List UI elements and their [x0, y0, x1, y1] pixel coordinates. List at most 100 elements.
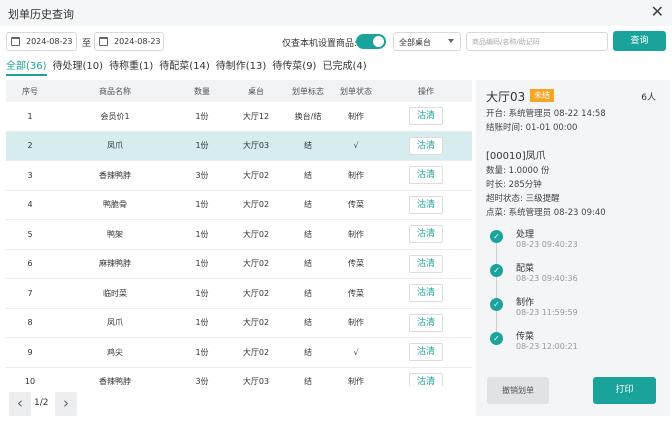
cell-no: 6: [27, 259, 33, 269]
table-row[interactable]: 6 麻辣鸭脖 1份 大厅02 结 传菜 沽清: [6, 250, 472, 279]
tab-weighing[interactable]: 待称重(1): [109, 57, 153, 73]
date-from-picker[interactable]: 2024-08-23: [6, 32, 77, 51]
tab-completed[interactable]: 已完成(4): [322, 57, 366, 73]
cell-action: 沽清: [380, 107, 472, 126]
table-row[interactable]: 3 香辣鸭脖 3份 大厅02 结 制作 沽清: [6, 161, 472, 191]
cell-status: 制作: [348, 229, 364, 239]
column-header: 序号: [22, 86, 38, 96]
dish-duration: 时长: 285分钟: [486, 180, 542, 190]
clear-button[interactable]: 沽清: [409, 195, 443, 214]
order-table: 序号 商品名称 数量 桌台 划单标志 划单状态 操作 1 会员价1 1份 大厅12 换台…: [6, 80, 472, 386]
clear-button[interactable]: 沽清: [409, 254, 443, 273]
column-header: 数量: [194, 86, 210, 96]
cell-qty: 1份: [195, 200, 209, 210]
cell-flag: 结: [304, 200, 312, 210]
cell-qty: 1份: [195, 318, 209, 328]
cell-name: 鸭脆骨: [103, 200, 127, 210]
status-badge: 未结: [530, 89, 554, 102]
cell-action: 沽清: [380, 284, 472, 303]
timeline-step-time: 08-23 11:59:59: [516, 308, 578, 317]
date-to-value: 2024-08-23: [114, 37, 161, 46]
search-input[interactable]: [466, 32, 608, 51]
clear-button[interactable]: 沽清: [409, 313, 443, 332]
table-row[interactable]: 7 临时菜 1份 大厅02 结 传菜 沽清: [6, 279, 472, 309]
calendar-icon: [11, 37, 20, 46]
print-button[interactable]: 打印: [593, 377, 656, 404]
column-header: 桌台: [248, 86, 264, 96]
tab-serving[interactable]: 待传菜(9): [272, 57, 316, 73]
cell-table: 大厅02: [242, 200, 270, 210]
table-row[interactable]: 2 凤爪 1份 大厅03 结 √ 沽清: [6, 131, 472, 161]
local-goods-toggle[interactable]: [356, 34, 386, 49]
clear-button[interactable]: 沽清: [409, 166, 443, 185]
cell-no: 2: [27, 141, 33, 151]
cell-no: 4: [27, 200, 33, 210]
detail-table-name: 大厅03: [486, 90, 526, 104]
window-title: 划单历史查询: [8, 8, 74, 21]
cell-flag: 结: [304, 318, 312, 328]
cell-name: 凤爪: [107, 318, 123, 328]
next-page-button[interactable]: ›: [55, 392, 77, 416]
close-icon[interactable]: ✕: [651, 3, 664, 21]
tab-cooking[interactable]: 待制作(13): [216, 57, 267, 73]
overtime-status: 超时状态: 三级提醒: [486, 194, 560, 204]
cell-action: 沽清: [380, 254, 472, 273]
clear-button[interactable]: 沽清: [409, 107, 443, 126]
timeline-step-time: 08-23 09:40:36: [516, 274, 578, 283]
clear-button[interactable]: 沽清: [409, 225, 443, 244]
table-row[interactable]: 4 鸭脆骨 1份 大厅02 结 传菜 沽清: [6, 191, 472, 220]
cell-status: √: [353, 347, 359, 357]
status-tabs: 全部(36) 待处理(10) 待称重(1) 待配菜(14) 待制作(13) 待传…: [6, 57, 373, 76]
cell-table: 大厅02: [242, 347, 270, 357]
cell-status: 传菜: [348, 259, 364, 269]
cell-table: 大厅12: [242, 111, 270, 121]
table-row[interactable]: 8 凤爪 1份 大厅02 结 制作 沽清: [6, 309, 472, 338]
tab-plating[interactable]: 待配菜(14): [159, 57, 210, 73]
timeline-step-name: 制作: [516, 298, 535, 308]
column-header: 商品名称: [99, 86, 131, 96]
table-select[interactable]: 全部桌台: [393, 32, 461, 51]
cell-no: 10: [24, 377, 36, 386]
cell-name: 鸡尖: [107, 347, 123, 357]
timeline-step-time: 08-23 12:00:21: [516, 342, 578, 351]
cell-no: 8: [27, 318, 33, 328]
cell-name: 香辣鸭脖: [99, 377, 131, 386]
timeline-step-name: 处理: [516, 230, 535, 240]
detail-panel: 大厅03 未结 6人 开台: 系统管理员 08-22 14:58 结账时间: 0…: [476, 80, 670, 416]
table-row[interactable]: 1 会员价1 1份 大厅12 换台/结 制作 沽清: [6, 102, 472, 132]
table-row[interactable]: 5 鸭架 1份 大厅02 结 制作 沽清: [6, 220, 472, 250]
tab-all[interactable]: 全部(36): [6, 57, 47, 76]
date-to-separator: 至: [82, 39, 92, 49]
cell-table: 大厅02: [242, 229, 270, 239]
cell-table: 大厅02: [242, 170, 270, 180]
cell-name: 临时菜: [103, 288, 127, 298]
cell-flag: 换台/结: [294, 111, 322, 121]
table-row[interactable]: 10 香辣鸭脖 3份 大厅03 结 制作 沽清: [6, 368, 472, 386]
cell-qty: 1份: [195, 229, 209, 239]
search-button[interactable]: 查询: [613, 31, 666, 51]
date-to-picker[interactable]: 2024-08-23: [94, 32, 164, 51]
cell-no: 5: [27, 229, 33, 239]
cell-status: 传菜: [348, 288, 364, 298]
order-info: 点菜: 系统管理员 08-23 09:40: [486, 208, 606, 218]
dish-name: [00010]凤爪: [486, 151, 546, 162]
clear-button[interactable]: 沽清: [409, 372, 443, 386]
clear-button[interactable]: 沽清: [409, 136, 443, 155]
check-icon: ✓: [490, 298, 503, 311]
cancel-mark-button[interactable]: 撤销划单: [487, 377, 549, 404]
clear-button[interactable]: 沽清: [409, 284, 443, 303]
table-row[interactable]: 9 鸡尖 1份 大厅02 结 √ 沽清: [6, 338, 472, 368]
cell-flag: 结: [304, 259, 312, 269]
cell-flag: 结: [304, 170, 312, 180]
cell-status: √: [353, 141, 359, 151]
page-indicator: 1/2: [34, 398, 49, 408]
cell-action: 沽清: [380, 136, 472, 155]
cell-action: 沽清: [380, 343, 472, 362]
cell-action: 沽清: [380, 195, 472, 214]
date-from-value: 2024-08-23: [26, 37, 73, 46]
clear-button[interactable]: 沽清: [409, 343, 443, 362]
prev-page-button[interactable]: ‹: [9, 392, 31, 416]
cell-qty: 1份: [195, 259, 209, 269]
cell-status: 制作: [348, 111, 364, 121]
tab-pending[interactable]: 待处理(10): [53, 57, 104, 73]
